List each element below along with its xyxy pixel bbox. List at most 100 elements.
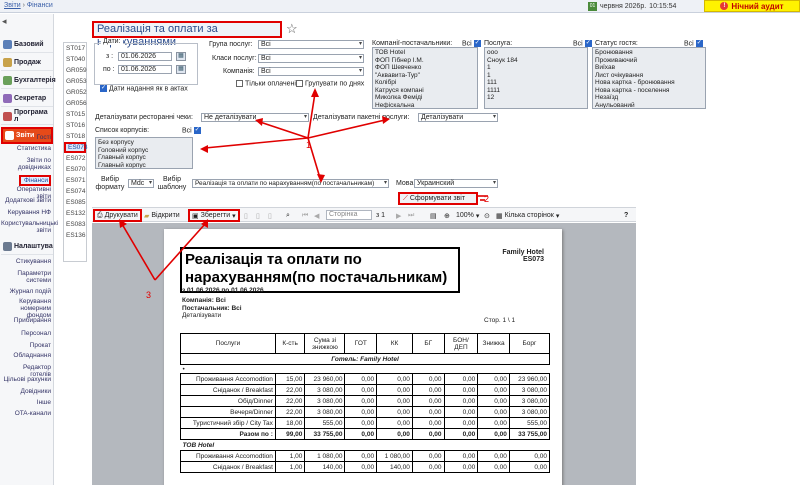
help-icon[interactable]: ? bbox=[624, 210, 628, 221]
restaurant-detail-select[interactable]: Не деталізувати ▾ bbox=[201, 113, 309, 122]
sidebar-sub-reports-1[interactable]: Гості bbox=[1, 134, 51, 141]
report-code-item[interactable]: GR056 bbox=[64, 98, 87, 109]
list-item[interactable]: Лист очікування bbox=[595, 72, 703, 80]
report-code-item[interactable]: ES070 bbox=[64, 164, 86, 175]
report-code-item[interactable]: ES132 bbox=[64, 208, 86, 219]
sidebar-sub-reports-3[interactable]: Звіти по довідниках bbox=[1, 157, 51, 171]
report-code-item[interactable]: GR052 bbox=[64, 87, 87, 98]
sidebar-sub-settings-1[interactable]: Стикування bbox=[1, 258, 51, 265]
report-code-item[interactable]: ST040 bbox=[64, 54, 86, 65]
sidebar-sub-settings-7[interactable]: Прокат bbox=[1, 342, 51, 349]
sidebar-sub-settings-6[interactable]: Персонал bbox=[1, 330, 51, 337]
report-code-item[interactable]: GR053 bbox=[64, 76, 87, 87]
buildings-all-checkbox[interactable]: Всі bbox=[182, 126, 203, 134]
sidebar-item-2[interactable]: Продаж bbox=[1, 54, 53, 71]
zoom-icon[interactable]: ⊕ bbox=[444, 210, 450, 221]
report-code-item[interactable]: ST017 bbox=[64, 43, 86, 54]
zoom-select[interactable]: 100% ▾ bbox=[456, 210, 479, 221]
sidebar-item-settings[interactable]: Налаштува bbox=[1, 238, 53, 255]
page-number-input[interactable]: Сторінка bbox=[326, 210, 372, 220]
only-paid-checkbox[interactable]: Тільки оплачені bbox=[236, 80, 296, 87]
list-item[interactable]: Сноук 184 bbox=[487, 57, 585, 65]
prev-page-icon[interactable]: ◀ bbox=[314, 210, 319, 221]
template-select[interactable]: Реалізація та оплати по нарахуванням(по … bbox=[192, 179, 389, 188]
report-viewer[interactable]: Реалізація та оплати по нарахуванням(по … bbox=[92, 223, 636, 485]
list-item[interactable]: "Аквавита-Тур" bbox=[375, 72, 475, 80]
print-button[interactable]: ⎙ Друкувати bbox=[93, 209, 142, 222]
save-button[interactable]: ▣ Зберегти ▾ bbox=[188, 209, 240, 222]
list-item[interactable]: 12 bbox=[487, 94, 585, 102]
group-by-days-checkbox[interactable]: Групувати по днях bbox=[296, 80, 364, 87]
sidebar-sub-reports-2[interactable]: Статистика bbox=[1, 145, 51, 152]
generate-report-button[interactable]: ⟋ Сформувати звіт bbox=[398, 192, 478, 205]
report-code-item[interactable]: ST018 bbox=[64, 131, 86, 142]
list-item[interactable]: 1 bbox=[487, 72, 585, 80]
report-code-item[interactable]: ES085 bbox=[64, 197, 86, 208]
fit-icon[interactable]: ⊙ bbox=[484, 210, 490, 221]
class-select[interactable]: Всі ▾ bbox=[258, 54, 364, 63]
from-calendar-icon[interactable]: ▦ bbox=[176, 52, 186, 61]
services-list[interactable]: ооо Сноук 184 1 1 111 1111 12 bbox=[484, 47, 588, 109]
sidebar-sub-settings-10[interactable]: Цільові рахунки bbox=[1, 376, 51, 383]
list-item[interactable]: Нова картка - поселення bbox=[595, 87, 703, 95]
sidebar-sub-settings-12[interactable]: Інше bbox=[1, 399, 51, 406]
group-select[interactable]: Всі ▾ bbox=[258, 40, 364, 49]
status-list[interactable]: Бронювання Проживаючий Виїхав Лист очікуван… bbox=[592, 47, 706, 109]
list-item[interactable]: Катруся компані bbox=[375, 87, 475, 95]
list-item[interactable]: 1 bbox=[487, 64, 585, 72]
company-select[interactable]: Всі ▾ bbox=[258, 67, 364, 76]
list-item[interactable]: 111 bbox=[487, 79, 585, 87]
list-item[interactable]: Анульований bbox=[595, 102, 703, 109]
open-button[interactable]: ▰ Відкрити bbox=[144, 210, 180, 221]
find-icon[interactable]: ⌕ bbox=[286, 210, 290, 221]
sidebar-sub-settings-8[interactable]: Обладнання bbox=[1, 352, 51, 359]
sidebar-sub-reports-4[interactable]: Фінанси bbox=[19, 175, 51, 186]
packages-detail-select[interactable]: Деталізувати ▾ bbox=[418, 113, 498, 122]
sidebar-sub-reports-7[interactable]: Керування НФ bbox=[1, 209, 51, 216]
next-page-icon[interactable]: ▶ bbox=[396, 210, 401, 221]
breadcrumb-section[interactable]: Звіти bbox=[4, 2, 21, 9]
list-item[interactable]: Главный корпус bbox=[98, 154, 190, 162]
night-audit-button[interactable]: ! Нічний аудит bbox=[704, 0, 800, 12]
report-code-item[interactable]: ST016 bbox=[64, 120, 86, 131]
to-calendar-icon[interactable]: ▦ bbox=[176, 65, 186, 74]
format-select[interactable]: Mdc ▾ bbox=[128, 179, 154, 188]
by-acts-checkbox[interactable]: Дати надання як в актах bbox=[100, 84, 188, 92]
sidebar-sub-reports-8[interactable]: Користувальницькі звіти bbox=[1, 220, 58, 234]
sidebar-item-3[interactable]: Бухгалтерія bbox=[1, 72, 56, 89]
list-item[interactable]: Незаїзд bbox=[595, 94, 703, 102]
list-item[interactable]: 1111 bbox=[487, 87, 585, 95]
list-item[interactable]: ФОП Шевченко bbox=[375, 64, 475, 72]
report-code-item[interactable]: ES073 bbox=[64, 142, 88, 153]
cut-icon[interactable]: ▯ bbox=[256, 210, 260, 221]
sidebar-sub-settings-11[interactable]: Довідники bbox=[1, 388, 51, 395]
list-item[interactable]: Без корпусу bbox=[98, 139, 190, 147]
language-select[interactable]: Украинский ▾ bbox=[414, 179, 498, 188]
first-page-icon[interactable]: ⏮ bbox=[302, 210, 308, 221]
report-code-item[interactable]: ES136 bbox=[64, 230, 86, 241]
to-date-input[interactable]: 01.06.2026 bbox=[118, 65, 172, 74]
report-code-item[interactable]: ES072 bbox=[64, 153, 86, 164]
list-item[interactable]: Нефіскальна bbox=[375, 102, 475, 109]
list-item[interactable]: ТОВ Hotel bbox=[375, 49, 475, 57]
list-item[interactable]: Миколка Феміді bbox=[375, 94, 475, 102]
multiple-pages-button[interactable]: ▦ Кілька сторінок ▾ bbox=[496, 210, 559, 221]
paste-icon[interactable]: ▯ bbox=[268, 210, 272, 221]
collapse-sidebar-icon[interactable]: ◂ bbox=[2, 16, 7, 27]
report-code-item[interactable]: ES071 bbox=[64, 175, 86, 186]
list-item[interactable]: ФОП Гібнер І.М. bbox=[375, 57, 475, 65]
list-item[interactable]: Главный корпус bbox=[98, 162, 190, 169]
sidebar-sub-settings-2[interactable]: Параметри системи bbox=[1, 270, 51, 284]
report-code-item[interactable]: ST015 bbox=[64, 109, 86, 120]
sidebar-sub-settings-4[interactable]: Керування номерним фондом bbox=[1, 298, 51, 319]
list-item[interactable]: ооо bbox=[487, 49, 585, 57]
sidebar-sub-settings-13[interactable]: OTA-канали bbox=[1, 410, 51, 417]
list-item[interactable]: Бронювання bbox=[595, 49, 703, 57]
list-item[interactable]: Головний корпус bbox=[98, 147, 190, 155]
list-item[interactable]: Виїхав bbox=[595, 64, 703, 72]
list-item[interactable]: Проживаючий bbox=[595, 57, 703, 65]
buildings-list[interactable]: Без корпусу Головний корпус Главный корпус… bbox=[95, 137, 193, 169]
copy-icon[interactable]: ▯ bbox=[244, 210, 248, 221]
report-code-item[interactable]: ES083 bbox=[64, 219, 86, 230]
from-date-input[interactable]: 01.06.2026 bbox=[118, 52, 172, 61]
